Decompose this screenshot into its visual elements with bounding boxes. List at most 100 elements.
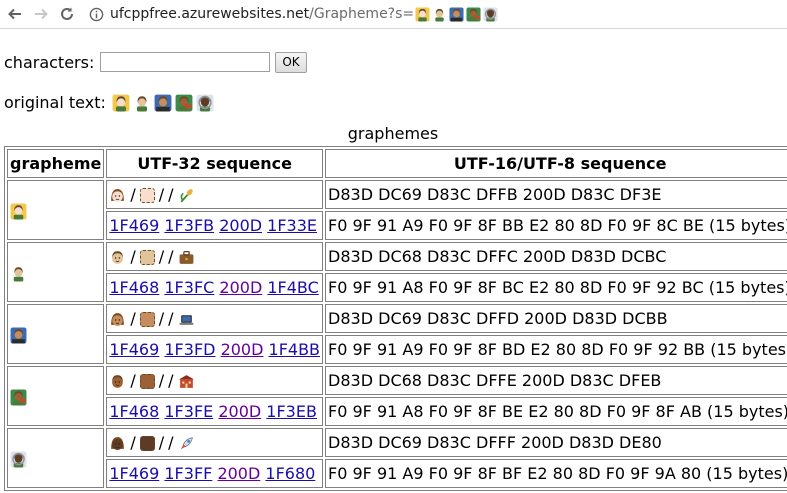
codepoint-links-cell: 1F468 1F3FC 200D 1F4BC	[106, 273, 324, 302]
separator: /	[130, 185, 136, 204]
woman-icon	[109, 311, 126, 328]
page-content: characters: OK original text: graphemes …	[4, 28, 787, 491]
codepoint-link[interactable]: 1F33E	[267, 216, 317, 235]
codepoint-link[interactable]: 1F3FC	[164, 278, 214, 297]
codepoint-link[interactable]: 1F469	[109, 464, 159, 483]
separator: /	[168, 185, 174, 204]
utf32-glyphs-cell: / / /	[106, 242, 324, 271]
grapheme-emoji-briefcase	[432, 6, 447, 22]
skin-tone-modifier-icon	[139, 309, 155, 328]
grapheme-emoji-laptop	[154, 94, 172, 111]
codepoint-link[interactable]: 1F469	[109, 216, 159, 235]
codepoint-links-cell: 1F469 1F3FD 200D 1F4BB	[106, 335, 324, 364]
codepoint-link[interactable]: 1F4BC	[267, 278, 318, 297]
codepoint-links-cell: 1F469 1F3FB 200D 1F33E	[106, 211, 324, 240]
table-row: / / / D83D DC69 D83C DFFD 200D D83D DCBB	[7, 304, 787, 364]
grapheme-emoji	[10, 203, 27, 220]
rocket-icon	[178, 435, 195, 452]
utf32-glyphs-cell: / / /	[106, 180, 324, 209]
man-icon	[109, 373, 126, 390]
characters-form: characters: OK	[4, 51, 787, 73]
school-icon	[178, 373, 195, 390]
utf32-glyphs-cell: / / /	[106, 366, 324, 395]
table-row: / / / D83D DC68 D83C DFFC 200D D83D DCBC	[7, 242, 787, 302]
table-row: 1F469 1F3FB 200D 1F33E F0 9F 91 A9 F0 9F …	[7, 211, 787, 240]
utf16-sequence: D83D DC69 D83C DFFF 200D D83D DE80	[325, 428, 787, 457]
reload-button[interactable]	[56, 3, 78, 25]
codepoint-link[interactable]: 1F468	[109, 402, 159, 421]
codepoint-link[interactable]: 200D	[219, 216, 262, 235]
codepoint-link[interactable]: 200D	[217, 464, 260, 483]
utf32-glyphs-cell: / / /	[106, 304, 324, 333]
codepoint-link[interactable]: 1F3FD	[164, 340, 215, 359]
codepoint-links-cell: 1F469 1F3FF 200D 1F680	[106, 459, 324, 488]
briefcase-icon	[178, 249, 195, 266]
codepoint-link[interactable]: 200D	[219, 278, 262, 297]
utf16-sequence: D83D DC69 D83C DFFD 200D D83D DCBB	[325, 304, 787, 333]
codepoint-link[interactable]: 1F4BB	[269, 340, 321, 359]
man-icon	[109, 249, 126, 266]
url-path: /Grapheme?s=	[309, 6, 415, 22]
codepoint-link[interactable]: 200D	[218, 402, 261, 421]
table-header-row: grapheme UTF-32 sequence UTF-16/UTF-8 se…	[7, 149, 787, 178]
table-row: / / / D83D DC69 D83C DFFF 200D D83D DE80	[7, 428, 787, 488]
separator: /	[158, 185, 165, 204]
codepoint-link[interactable]: 1F3FE	[164, 402, 213, 421]
reload-icon	[61, 7, 73, 20]
grapheme-emoji-briefcase	[133, 94, 151, 111]
separator: /	[158, 371, 165, 390]
grapheme-cell	[7, 304, 105, 364]
woman-icon	[109, 187, 126, 204]
separator: /	[168, 247, 174, 266]
codepoint-link[interactable]: 1F3FF	[164, 464, 212, 483]
table-row: / / / D83D DC69 D83C DFFB 200D D83C DF3E	[7, 180, 787, 240]
original-text-emojis	[112, 94, 214, 111]
utf16-sequence: D83D DC68 D83C DFFC 200D D83D DCBC	[325, 242, 787, 271]
codepoint-link[interactable]: 1F3FB	[164, 216, 214, 235]
separator: /	[158, 247, 165, 266]
ear-of-rice-icon	[178, 187, 195, 204]
grapheme-emoji-laptop	[449, 6, 464, 22]
table-caption: graphemes	[347, 124, 439, 143]
grapheme-cell	[7, 242, 105, 302]
table-row: 1F469 1F3FF 200D 1F680 F0 9F 91 A9 F0 9F …	[7, 459, 787, 488]
grapheme-emoji-rocket	[196, 94, 214, 111]
codepoint-link[interactable]: 1F680	[265, 464, 315, 483]
url-emoji-list	[415, 6, 498, 22]
table-row: 1F468 1F3FC 200D 1F4BC F0 9F 91 A8 F0 9F …	[7, 273, 787, 302]
header-grapheme: grapheme	[7, 149, 105, 178]
utf8-sequence: F0 9F 91 A9 F0 9F 8F BB E2 80 8D F0 9F 8…	[325, 211, 787, 240]
separator: /	[158, 309, 165, 328]
utf16-sequence: D83D DC69 D83C DFFB 200D D83C DF3E	[325, 180, 787, 209]
separator: /	[168, 371, 174, 390]
grapheme-emoji-school	[175, 94, 193, 111]
ok-button[interactable]: OK	[275, 51, 307, 73]
separator: /	[158, 433, 165, 452]
original-text-label: original text:	[4, 92, 106, 112]
address-bar[interactable]: ufcppfree.azurewebsites.net/Grapheme?s=	[110, 6, 498, 22]
codepoint-link[interactable]: 1F3EB	[266, 402, 317, 421]
separator: /	[130, 247, 136, 266]
utf8-sequence: F0 9F 91 A8 F0 9F 8F BC E2 80 8D F0 9F 9…	[325, 273, 787, 302]
characters-input[interactable]	[100, 52, 271, 72]
codepoint-link[interactable]: 1F468	[109, 278, 159, 297]
forward-button[interactable]	[30, 3, 52, 25]
table-row: / / / D83D DC68 D83C DFFE 200D D83C DFEB	[7, 366, 787, 426]
grapheme-emoji	[10, 265, 27, 282]
table-row: 1F468 1F3FE 200D 1F3EB F0 9F 91 A8 F0 9F …	[7, 397, 787, 426]
table-row: 1F469 1F3FD 200D 1F4BB F0 9F 91 A9 F0 9F …	[7, 335, 787, 364]
info-icon[interactable]	[88, 6, 104, 22]
codepoint-link[interactable]: 1F469	[109, 340, 159, 359]
codepoint-link[interactable]: 200D	[221, 340, 264, 359]
woman-icon	[109, 435, 126, 452]
utf32-glyphs-cell: / / /	[106, 428, 324, 457]
grapheme-emoji	[10, 389, 27, 406]
back-button[interactable]	[4, 3, 26, 25]
separator: /	[130, 433, 136, 452]
header-utf32: UTF-32 sequence	[106, 149, 324, 178]
original-text-row: original text:	[4, 90, 787, 114]
separator: /	[168, 433, 174, 452]
grapheme-emoji-ear-of-rice	[112, 94, 130, 111]
characters-label: characters:	[4, 52, 95, 72]
skin-tone-modifier-icon	[139, 371, 155, 390]
